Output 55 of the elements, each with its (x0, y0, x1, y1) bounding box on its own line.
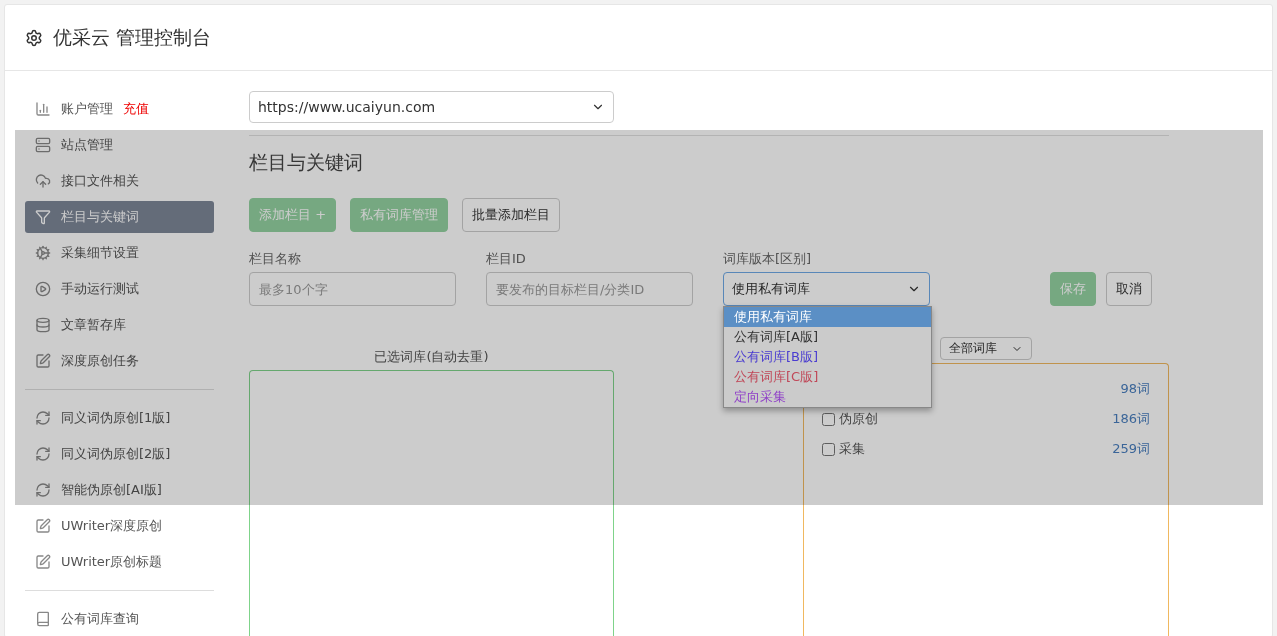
sidebar-item[interactable]: 同义词伪原创[1版] (25, 402, 214, 434)
library-name: 伪原创 (839, 410, 878, 428)
word-count: 259词 (1112, 440, 1150, 458)
dropdown-option[interactable]: 定向采集 (724, 387, 931, 407)
sidebar-item[interactable]: 手动运行测试 (25, 273, 214, 305)
field-label: 词库版本[区别] (723, 250, 813, 268)
checkbox[interactable] (822, 442, 835, 456)
sidebar-item[interactable]: UWriter原创标题 (25, 546, 214, 578)
field-label: 栏目ID (486, 250, 527, 268)
sidebar-item[interactable]: 深度原创任务 (25, 345, 214, 377)
refresh-icon (35, 446, 51, 462)
sidebar-item[interactable]: 智能伪原创[AI版] (25, 474, 214, 506)
sidebar-item[interactable]: 采集细节设置 (25, 237, 214, 269)
edit-icon (35, 518, 51, 534)
refresh-icon (35, 482, 51, 498)
library-filter-select[interactable]: 全部词库 (940, 337, 1032, 360)
panel-title: 已选词库(自动去重) (373, 348, 490, 366)
sidebar-item[interactable]: 文章暂存库 (25, 309, 214, 341)
dropdown-option[interactable]: 公有词库[A版] (724, 327, 931, 347)
input-field[interactable]: 最多10个字 (249, 272, 456, 306)
play-icon (35, 281, 51, 297)
version-select[interactable]: 使用私有词库 (723, 272, 930, 306)
library-name: 采集 (839, 440, 865, 458)
settings-icon (25, 28, 43, 47)
console-title: 优采云 管理控制台 (53, 24, 212, 50)
sidebar-item-label: 账户管理 (61, 100, 113, 118)
site-select[interactable]: https://www.ucaiyun.com (249, 91, 614, 123)
input-field[interactable]: 要发布的目标栏目/分类ID (486, 272, 693, 306)
gear-icon (35, 245, 51, 261)
sidebar-item[interactable]: 接口文件相关 (25, 165, 214, 197)
sidebar-item[interactable]: UWriter深度原创 (25, 510, 214, 542)
sidebar-item[interactable]: 公有词库查询 (25, 603, 214, 635)
sidebar-item[interactable]: 站点管理 (25, 129, 214, 161)
bar-chart-icon (35, 101, 51, 117)
sidebar-item[interactable]: 栏目与关键词 (25, 201, 214, 233)
toolbar-button[interactable]: 批量添加栏目 (462, 198, 561, 232)
word-count: 186词 (1112, 410, 1150, 428)
edit-icon (35, 554, 51, 570)
checkbox[interactable] (822, 412, 835, 426)
recharge-link[interactable]: 充值 (123, 100, 149, 118)
cloud-upload-icon (35, 173, 51, 189)
edit-icon (35, 353, 51, 369)
server-icon (35, 137, 51, 153)
filter-icon (35, 209, 51, 225)
cancel-button[interactable]: 取消 (1106, 272, 1152, 306)
section-title: 栏目与关键词 (249, 150, 364, 175)
sidebar-item[interactable]: 同义词伪原创[2版] (25, 438, 214, 470)
refresh-icon (35, 410, 51, 426)
word-count: 98词 (1120, 380, 1150, 398)
sidebar-item[interactable]: 账户管理 充值 (25, 93, 214, 125)
dropdown-option[interactable]: 公有词库[B版] (724, 347, 931, 367)
field-label: 栏目名称 (249, 250, 302, 268)
dropdown-option[interactable]: 使用私有词库 (724, 307, 931, 327)
database-icon (35, 317, 51, 333)
book-icon (35, 611, 51, 627)
